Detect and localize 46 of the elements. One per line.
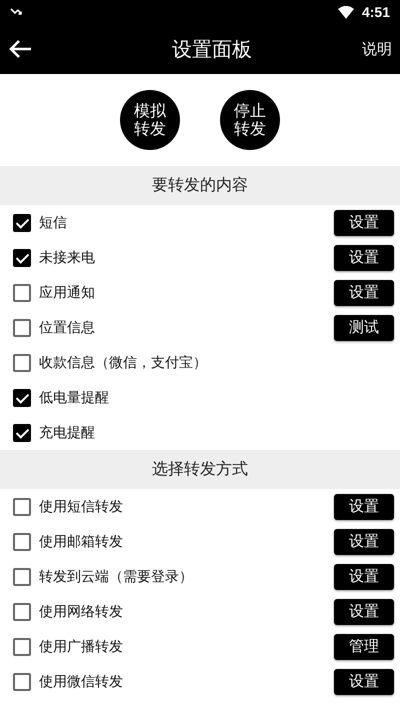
checkbox[interactable] <box>13 568 31 586</box>
row-button[interactable]: 设置 <box>334 564 394 590</box>
option-label: 使用微信转发 <box>39 672 124 690</box>
checkbox[interactable] <box>13 638 31 656</box>
row-button[interactable]: 设置 <box>334 244 394 270</box>
row-button[interactable]: 设置 <box>334 494 394 520</box>
option-label: 短信 <box>39 214 68 232</box>
option-label: 收款信息（微信，支付宝） <box>39 354 208 372</box>
row-button[interactable]: 测试 <box>334 314 394 340</box>
option-label: 低电量提醒 <box>39 388 110 406</box>
checkbox[interactable] <box>13 388 31 406</box>
row-button[interactable]: 设置 <box>334 280 394 306</box>
checkbox[interactable] <box>13 284 31 302</box>
row-button[interactable]: 管理 <box>334 634 394 660</box>
option-label: 充电提醒 <box>39 424 96 442</box>
page-title: 设置面板 <box>172 36 252 62</box>
option-label: 应用通知 <box>39 284 96 302</box>
checkbox[interactable] <box>13 248 31 266</box>
checkbox[interactable] <box>13 318 31 336</box>
checkbox[interactable] <box>13 672 31 690</box>
section-header: 要转发的内容 <box>0 166 400 205</box>
section-header: 选择转发方式 <box>0 450 400 489</box>
checkbox[interactable] <box>13 214 31 232</box>
wifi-icon <box>338 6 354 18</box>
row-button[interactable]: 设置 <box>334 528 394 554</box>
notification-icon <box>10 7 22 17</box>
checkbox[interactable] <box>13 532 31 550</box>
round-button[interactable]: 停止转发 <box>220 90 280 150</box>
row-button[interactable]: 设置 <box>334 210 394 236</box>
back-icon[interactable] <box>8 39 32 59</box>
checkbox[interactable] <box>13 498 31 516</box>
checkbox[interactable] <box>13 424 31 442</box>
option-label: 使用邮箱转发 <box>39 532 124 550</box>
checkbox[interactable] <box>13 602 31 620</box>
option-label: 使用短信转发 <box>39 498 124 516</box>
option-label: 转发到云端（需要登录） <box>39 568 194 586</box>
row-button[interactable]: 设置 <box>334 668 394 694</box>
option-label: 位置信息 <box>39 318 96 336</box>
option-label: 未接来电 <box>39 248 96 266</box>
option-label: 使用广播转发 <box>39 638 124 656</box>
option-label: 使用网络转发 <box>39 602 124 620</box>
row-button[interactable]: 设置 <box>334 598 394 624</box>
round-button[interactable]: 模拟转发 <box>120 90 180 150</box>
checkbox[interactable] <box>13 354 31 372</box>
clock: 4:51 <box>362 4 390 20</box>
help-link[interactable]: 说明 <box>362 40 392 58</box>
